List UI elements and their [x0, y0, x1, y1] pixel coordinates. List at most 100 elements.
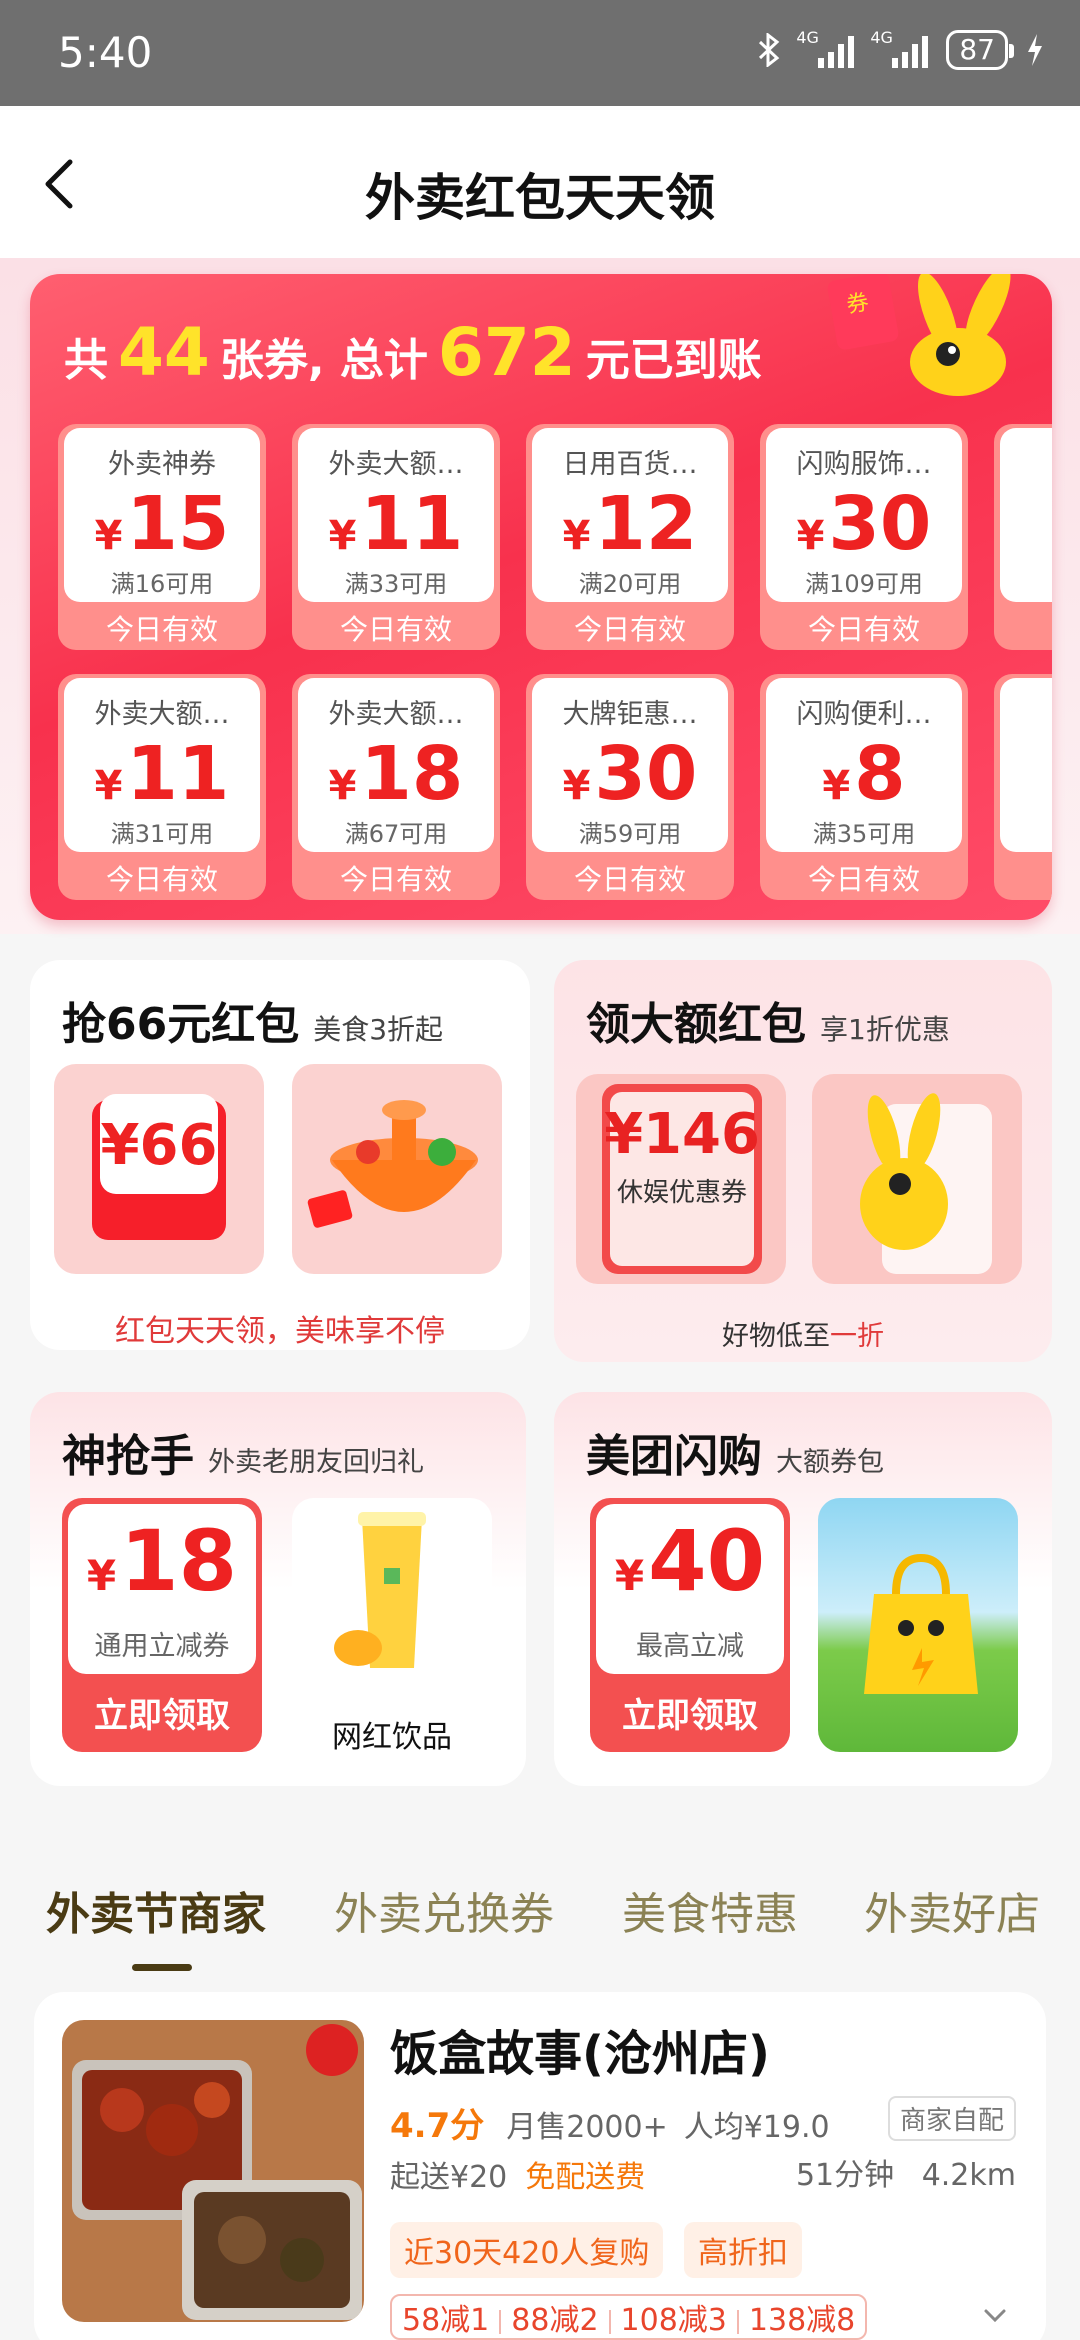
coupon-validity: 有效	[994, 858, 1052, 898]
coupon-card[interactable]: 闪购服饰… ¥30 满109可用 今日有效	[760, 424, 968, 650]
claim-button[interactable]: 立即领取	[62, 1688, 262, 1737]
voucher-146-tile[interactable]: ¥146 休娱优惠券	[576, 1074, 786, 1284]
coupon-18-claim[interactable]: ¥18 通用立减券 立即领取	[62, 1498, 262, 1752]
network-type-label-2: 4G	[870, 28, 893, 47]
promo-card-big-redpacket[interactable]: 领大额红包 享1折优惠 ¥146 休娱优惠券 好物低至一折	[554, 960, 1052, 1362]
coupon-card[interactable]: 外卖大额… ¥18 满67可用 今日有效	[292, 674, 500, 900]
merchant-photo[interactable]	[62, 2020, 364, 2322]
tab-good-stores[interactable]: 外卖好店	[864, 1878, 1040, 1942]
merchant-rating: 4.7分	[390, 2106, 485, 2146]
network-type-label: 4G	[796, 28, 819, 47]
coupon-desc: 通用立减券	[94, 1631, 230, 1662]
coupon-name: 外卖神券	[108, 449, 216, 480]
coupon-card[interactable]: 大牌钜惠… ¥30 满59可用 今日有效	[526, 674, 734, 900]
yen-symbol: ¥	[94, 763, 123, 809]
chevron-down-icon[interactable]	[980, 2300, 1010, 2330]
coupon-amount: ¥30	[532, 734, 728, 826]
mascot-icon	[860, 1093, 992, 1274]
coupon-card[interactable]: 医有效	[994, 674, 1052, 900]
bluetooth-icon	[759, 33, 780, 67]
caption-highlight: 一折	[830, 1321, 884, 1352]
tab-waimaijie-merchants[interactable]: 外卖节商家	[46, 1878, 266, 1942]
coupon-name: 医	[1000, 692, 1052, 731]
discount-list[interactable]: 58减1 88减2 108减3 138减8	[390, 2294, 868, 2340]
promo-subtitle: 享1折优惠	[820, 1013, 950, 1046]
status-bar: 5:40 4G 4G 87	[0, 0, 1080, 106]
yen-symbol: ¥	[94, 513, 123, 559]
shopping-bag-tile[interactable]	[818, 1498, 1018, 1752]
promo-caption: 好物低至一折	[554, 1314, 1052, 1353]
promo-card-meituan-shangou[interactable]: 美团闪购 大额券包 ¥40 最高立减 立即领取	[554, 1392, 1052, 1786]
coupon-banner-section: 共 44 张券, 总计 672 元已到账 券 外卖神券 ¥15 满16可用 今日有效外…	[0, 258, 1080, 934]
coupon-condition: 满33可用	[344, 570, 448, 598]
redpacket-icon: ¥66	[92, 1094, 226, 1240]
coupon-card[interactable]: 玩有效	[994, 424, 1052, 650]
coupon-name: 玩	[1000, 442, 1052, 481]
discount-chip: 高折扣	[684, 2222, 802, 2278]
tab-food-deals[interactable]: 美食特惠	[622, 1878, 798, 1942]
shopping-bag-icon	[864, 1553, 978, 1694]
hotpot-tile[interactable]	[292, 1064, 502, 1274]
promo-subtitle: 大额券包	[776, 1447, 884, 1478]
coupon-amount: ¥18	[298, 734, 494, 826]
coupon-name: 外卖大额…	[94, 699, 230, 730]
coupon-name: 大牌钜惠…	[562, 699, 698, 730]
amount-value: 15	[126, 481, 230, 567]
category-tabs: 外卖节商家 外卖兑换券 美食特惠 外卖好店	[0, 1860, 1080, 1971]
voucher-amount: ¥146	[604, 1102, 760, 1167]
coupon-condition: 满20可用	[578, 570, 682, 598]
tab-exchange-coupons[interactable]: 外卖兑换券	[334, 1878, 554, 1942]
merchant-stats: 4.7分 月售2000+ 人均¥19.0	[390, 2098, 830, 2147]
merchant-card[interactable]: 饭盒故事(沧州店) 4.7分 月售2000+ 人均¥19.0 商家自配 起送¥2…	[34, 1992, 1046, 2340]
coupon-card[interactable]: 日用百货… ¥12 满20可用 今日有效	[526, 424, 734, 650]
svg-text:券: 券	[845, 290, 871, 318]
active-tab-indicator	[132, 1964, 192, 1971]
coupon-amount: ¥30	[766, 484, 962, 576]
signal-icon: 4G	[796, 28, 855, 68]
coupon-card[interactable]: 外卖大额… ¥11 满31可用 今日有效	[58, 674, 266, 900]
coupon-40-claim[interactable]: ¥40 最高立减 立即领取	[590, 1498, 790, 1752]
coupon-card[interactable]: 外卖大额… ¥11 满33可用 今日有效	[292, 424, 500, 650]
voucher-card: ¥146 休娱优惠券	[602, 1084, 762, 1274]
yen-symbol: ¥	[796, 513, 825, 559]
signal-icon-2: 4G	[870, 28, 929, 68]
repurchase-chip: 近30天420人复购	[390, 2222, 664, 2278]
monthly-sales: 月售2000+	[506, 2110, 668, 2145]
promo-subtitle: 美食3折起	[313, 1013, 444, 1046]
yen-symbol: ¥	[328, 763, 357, 809]
coupon-validity: 今日有效	[339, 613, 452, 646]
promo-title: 领大额红包 享1折优惠	[586, 988, 950, 1052]
amount-value: 40	[648, 1512, 766, 1610]
claim-button[interactable]: 立即领取	[590, 1688, 790, 1737]
coupon-name: 外卖大额…	[328, 449, 464, 480]
coupon-amount: ¥12	[532, 484, 728, 576]
page-header: 外卖红包天天领	[0, 106, 1080, 258]
redpacket-66-tile[interactable]: ¥66	[54, 1064, 264, 1274]
coupon-name: 外卖大额…	[328, 699, 464, 730]
coupon-amount: ¥11	[64, 734, 260, 826]
promo-title-text: 神抢手	[62, 1431, 194, 1482]
avg-price: 人均¥19.0	[683, 2110, 830, 2145]
promo-card-shenqiangshou[interactable]: 神抢手 外卖老朋友回归礼 ¥18 通用立减券 立即领取 网红饮品	[30, 1392, 526, 1786]
coupon-card[interactable]: 外卖神券 ¥15 满16可用 今日有效	[58, 424, 266, 650]
merchant-name[interactable]: 饭盒故事(沧州店)	[390, 2014, 770, 2084]
summary-suffix: 元已到账	[585, 335, 762, 386]
mascot-gift-tile[interactable]	[812, 1074, 1022, 1284]
voucher-label: 休娱优惠券	[616, 1178, 747, 1208]
coupon-total: 672	[437, 314, 576, 391]
drink-tile[interactable]	[292, 1498, 492, 1692]
coupon-validity: 今日有效	[339, 863, 452, 896]
coupon-validity: 今日有效	[807, 613, 920, 646]
discount-item: 88减2	[489, 2295, 598, 2339]
promo-card-66-redpacket[interactable]: 抢66元红包 美食3折起 ¥66 红包天天领，美味享不停	[30, 960, 530, 1350]
coupon-validity: 今日有效	[105, 863, 218, 896]
discount-item: 108减3	[599, 2295, 727, 2339]
amount-value: 30	[828, 481, 932, 567]
coupon-name: 闪购便利…	[796, 699, 932, 730]
amount-value: 18	[120, 1512, 238, 1610]
amount-value: 8	[854, 731, 906, 817]
coupon-name: 闪购服饰…	[796, 449, 932, 480]
yen-symbol: ¥	[328, 513, 357, 559]
coupon-card[interactable]: 闪购便利… ¥8 满35可用 今日有效	[760, 674, 968, 900]
battery-indicator: 87	[946, 30, 1014, 70]
